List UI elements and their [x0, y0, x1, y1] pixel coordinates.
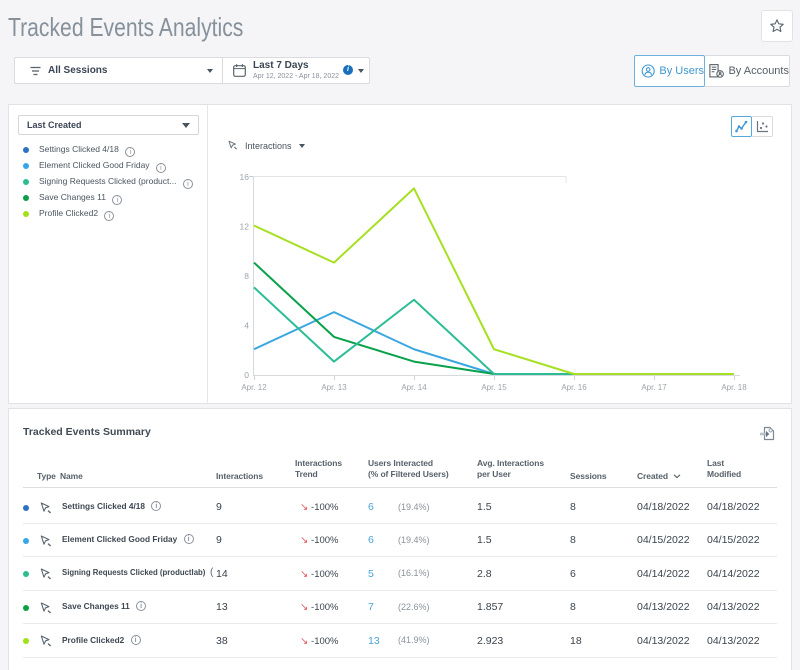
svg-text:Apr. 16: Apr. 16 — [561, 383, 587, 392]
svg-text:Apr. 12: Apr. 12 — [241, 383, 267, 392]
svg-text:Apr. 15: Apr. 15 — [481, 383, 507, 392]
svg-text:8: 8 — [244, 271, 249, 281]
svg-text:Apr. 18: Apr. 18 — [721, 383, 747, 392]
svg-text:Apr. 17: Apr. 17 — [641, 383, 667, 392]
svg-text:12: 12 — [240, 222, 250, 232]
svg-text:4: 4 — [244, 321, 249, 331]
svg-text:16: 16 — [240, 172, 250, 182]
svg-text:Apr. 13: Apr. 13 — [321, 383, 347, 392]
svg-text:0: 0 — [244, 370, 249, 380]
svg-text:Apr. 14: Apr. 14 — [401, 383, 427, 392]
